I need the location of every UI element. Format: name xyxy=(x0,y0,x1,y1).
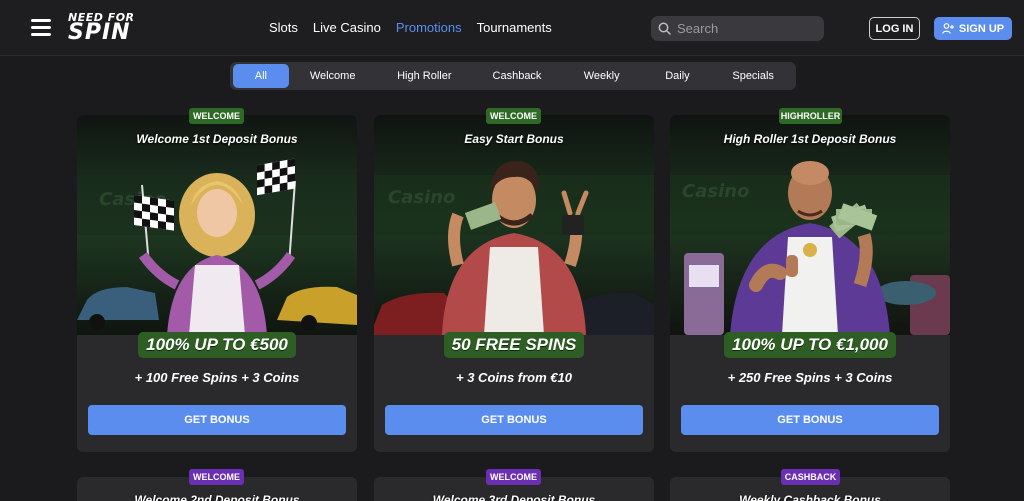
promo-offer: 100% UP TO €500 xyxy=(77,332,357,358)
promo-card-welcome-1st: Casino Welcome 1st Deposit Bonus 100% UP… xyxy=(77,115,357,452)
promo-card-title: Welcome 2nd Deposit Bonus xyxy=(134,493,300,501)
tab-welcome[interactable]: Welcome xyxy=(289,64,377,88)
promo-badge-welcome: WELCOME xyxy=(486,469,541,485)
promo-offer: 100% UP TO €1,000 xyxy=(670,332,950,358)
top-header: NEED FOR SPIN Slots Live Casino Promotio… xyxy=(0,0,1024,56)
tab-high-roller[interactable]: High Roller xyxy=(376,64,472,88)
promo-badge-welcome: WELCOME xyxy=(189,108,244,124)
promo-card-title: Weekly Cashback Bonus xyxy=(739,493,881,501)
logo-bottom-text: SPIN xyxy=(68,20,131,45)
svg-text:Casino: Casino xyxy=(388,187,455,208)
promo-card-title: Easy Start Bonus xyxy=(464,132,564,146)
promo-art-high-roller: Casino xyxy=(670,115,950,335)
login-button[interactable]: LOG IN xyxy=(869,17,920,40)
promo-card-title: Welcome 1st Deposit Bonus xyxy=(136,132,298,146)
get-bonus-button[interactable]: GET BONUS xyxy=(88,405,346,435)
nav-link-live-casino[interactable]: Live Casino xyxy=(313,19,381,37)
search-box[interactable] xyxy=(651,16,824,41)
main-nav: Slots Live Casino Promotions Tournaments xyxy=(269,19,567,37)
tab-daily[interactable]: Daily xyxy=(642,64,714,88)
signup-button[interactable]: SIGN UP xyxy=(934,17,1012,40)
site-logo[interactable]: NEED FOR SPIN xyxy=(68,12,144,44)
promo-card-title: Welcome 3rd Deposit Bonus xyxy=(432,493,596,501)
promo-subtitle: + 3 Coins from €10 xyxy=(456,370,572,385)
promo-subtitle: + 100 Free Spins + 3 Coins xyxy=(134,370,300,385)
user-plus-icon xyxy=(942,23,954,34)
promo-offer-text: 100% UP TO €1,000 xyxy=(724,332,896,358)
promo-offer-text: 50 FREE SPINS xyxy=(443,332,585,358)
get-bonus-button[interactable]: GET BONUS xyxy=(681,405,939,435)
search-input[interactable] xyxy=(677,21,817,36)
promo-card-high-roller: Casino High Roller 1st Deposit Bonus 100… xyxy=(670,115,950,452)
tab-all[interactable]: All xyxy=(233,64,289,88)
nav-link-promotions[interactable]: Promotions xyxy=(396,19,462,37)
tab-cashback[interactable]: Cashback xyxy=(472,64,562,88)
promo-filter-tabs: All Welcome High Roller Cashback Weekly … xyxy=(230,62,796,90)
get-bonus-button[interactable]: GET BONUS xyxy=(385,405,643,435)
promo-offer-text: 100% UP TO €500 xyxy=(138,332,296,358)
svg-text:Casino: Casino xyxy=(682,181,749,202)
tab-weekly[interactable]: Weekly xyxy=(562,64,642,88)
nav-link-tournaments[interactable]: Tournaments xyxy=(477,19,552,37)
search-icon xyxy=(658,22,671,35)
promo-card-title: High Roller 1st Deposit Bonus xyxy=(723,132,897,146)
promo-offer: 50 FREE SPINS xyxy=(374,332,654,358)
hamburger-menu-icon[interactable] xyxy=(31,19,51,36)
promo-art-racing-girl: Casino xyxy=(77,115,357,335)
tab-specials[interactable]: Specials xyxy=(713,64,793,88)
nav-link-slots[interactable]: Slots xyxy=(269,19,298,37)
promo-subtitle: + 250 Free Spins + 3 Coins xyxy=(727,370,893,385)
signup-label: SIGN UP xyxy=(958,22,1005,35)
promo-art-money-guy: Casino xyxy=(374,115,654,335)
promo-badge-cashback: CASHBACK xyxy=(781,469,840,485)
promo-badge-welcome: WELCOME xyxy=(189,469,244,485)
promo-badge-welcome: WELCOME xyxy=(486,108,541,124)
promo-badge-highroller: HIGHROLLER xyxy=(779,108,842,124)
promo-card-easy-start: Casino Easy Start Bonus 50 FREE SPINS + … xyxy=(374,115,654,452)
